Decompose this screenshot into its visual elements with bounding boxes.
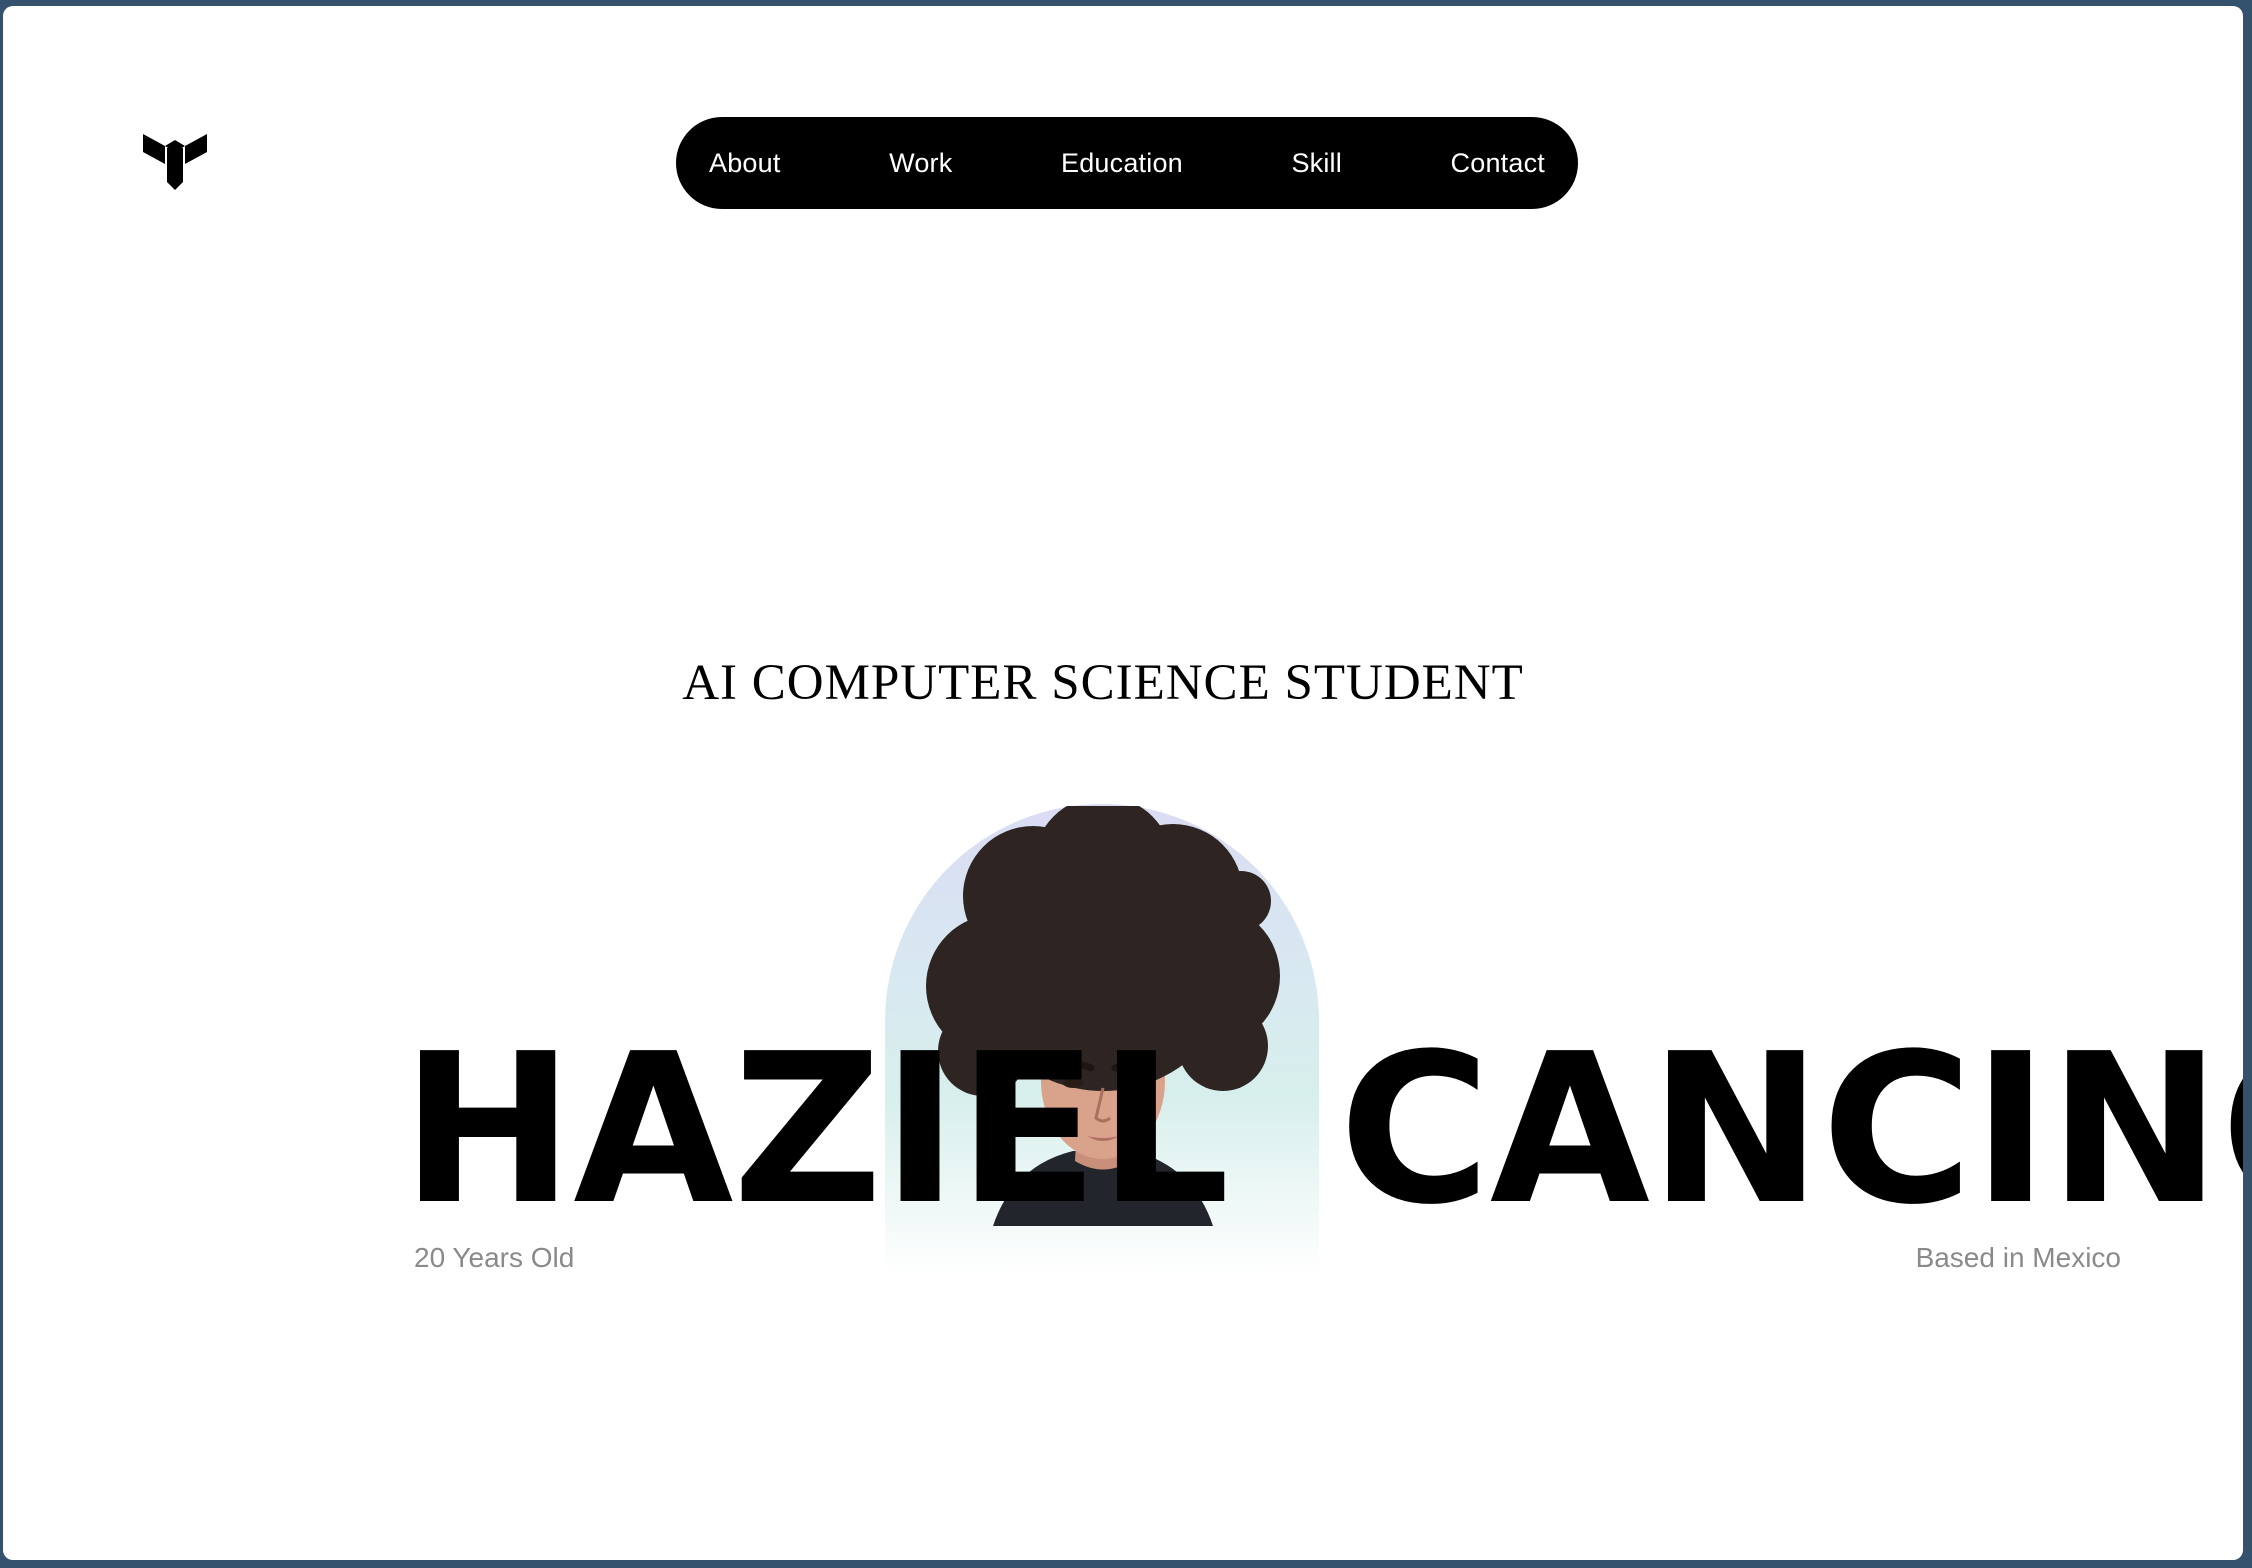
hero-last-name: CANCINO: [1338, 1009, 2243, 1250]
logo-icon[interactable]: [139, 124, 211, 196]
hero-first-name: HAZIEL: [401, 1009, 1230, 1250]
nav-item-skill[interactable]: Skill: [1291, 148, 1342, 179]
hero-name: HAZIEL CANCINO: [401, 1026, 2243, 1233]
location-label: Based in Mexico: [1915, 1242, 2121, 1273]
portfolio-window: About Work Education Skill Contact AI CO…: [3, 6, 2243, 1560]
hero-subtitle: AI COMPUTER SCIENCE STUDENT: [682, 655, 1524, 711]
nav-item-work[interactable]: Work: [889, 148, 952, 179]
age-label: 20 Years Old: [414, 1242, 575, 1273]
main-nav: About Work Education Skill Contact: [676, 117, 1578, 209]
nav-item-contact[interactable]: Contact: [1451, 148, 1545, 179]
nav-item-education[interactable]: Education: [1061, 148, 1183, 179]
nav-item-about[interactable]: About: [709, 148, 781, 179]
